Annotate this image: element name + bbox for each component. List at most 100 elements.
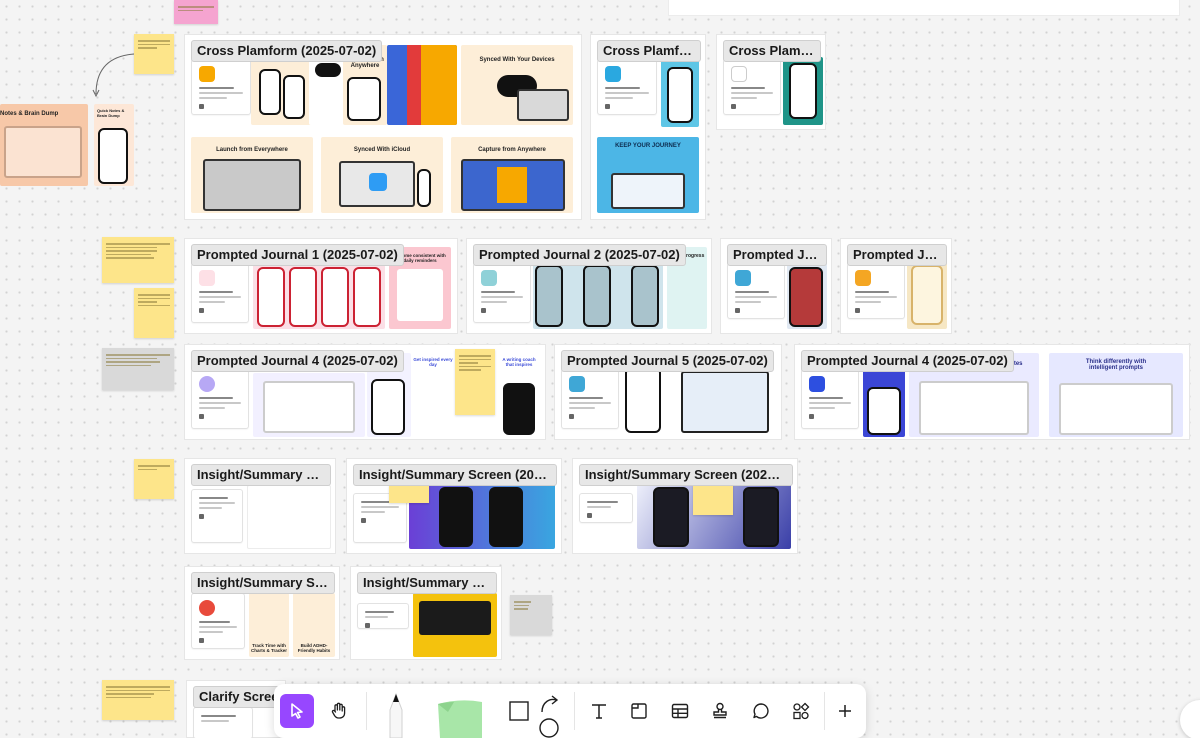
section-cross-platform-3[interactable]: Cross Plamfor... xyxy=(716,34,826,130)
link-card[interactable] xyxy=(191,263,249,323)
section-title[interactable]: Prompted Journal 5 (2025-07-02) xyxy=(561,350,774,372)
sticky-note[interactable] xyxy=(134,288,174,338)
tile-ipad-color[interactable] xyxy=(387,45,457,125)
section-insight-4[interactable]: Insight/Summary Scre... Track Time with … xyxy=(184,566,340,660)
section-title[interactable]: Prompted Journal 2 (2025-07-02) xyxy=(473,244,686,266)
tile-phones-red[interactable] xyxy=(787,261,827,329)
section-title[interactable]: Cross Plamform... xyxy=(597,40,701,62)
link-card[interactable] xyxy=(727,263,785,319)
tile-track-time[interactable]: Track Time with Charts & Tracker xyxy=(249,593,289,657)
link-card[interactable] xyxy=(191,369,249,429)
tile-synced-devices[interactable]: Synced With Your Devices xyxy=(461,45,573,125)
sticky-note[interactable] xyxy=(174,0,218,24)
sticky-note[interactable] xyxy=(510,595,552,635)
sticky-note[interactable] xyxy=(693,485,733,515)
stamp-tool-button[interactable] xyxy=(703,694,737,728)
section-title[interactable]: Insight/Summary Screen (2025-07-... xyxy=(579,464,793,486)
section-prompted-journal-3[interactable]: Prompted Jour... xyxy=(720,238,832,334)
section-clarify[interactable]: Clarify Screen xyxy=(186,680,293,738)
connector-tool-button[interactable] xyxy=(536,692,562,738)
text-tool-button[interactable] xyxy=(582,694,616,728)
comment-tool-button[interactable] xyxy=(744,694,778,728)
sticky-note[interactable] xyxy=(102,680,174,720)
link-card[interactable] xyxy=(191,489,243,543)
arrow-connector-icon xyxy=(539,695,559,738)
tile-phones-pink[interactable] xyxy=(253,261,385,329)
section-title[interactable]: Prompted Journal 4 (2025-07-02) xyxy=(801,350,1014,372)
tile-phones-grey[interactable] xyxy=(533,257,663,329)
tile-phone-beige[interactable] xyxy=(907,261,947,329)
tile-laptop-purple[interactable] xyxy=(253,373,365,437)
section-prompted-journal-4[interactable]: Prompted Journal 4 (2025-07-02) Get insp… xyxy=(184,344,546,440)
section-tool-button[interactable] xyxy=(622,694,656,728)
section-title[interactable]: Prompted Jour... xyxy=(727,244,827,266)
tile-synced-icloud[interactable]: Synced With iCloud xyxy=(321,137,443,213)
section-title[interactable]: Insight/Summary Scre... xyxy=(191,464,331,486)
table-tool-button[interactable] xyxy=(663,694,697,728)
tile-launch[interactable]: Launch from Everywhere xyxy=(191,137,313,213)
section-title[interactable]: Prompted Journal 4 (2025-07-02) xyxy=(191,350,404,372)
connector-arrow[interactable] xyxy=(90,50,140,110)
link-card[interactable] xyxy=(801,369,859,429)
sticky-note[interactable] xyxy=(102,348,174,390)
section-title[interactable]: Cross Plamfor... xyxy=(723,40,821,62)
section-prompted-journal-5[interactable]: Prompted Journal 5 (2025-07-02) xyxy=(554,344,782,440)
more-tools-button[interactable] xyxy=(784,694,818,728)
link-card[interactable] xyxy=(191,593,245,649)
phone-mockup[interactable] xyxy=(625,367,661,433)
link-card[interactable] xyxy=(473,263,531,323)
link-card[interactable] xyxy=(357,603,409,629)
tile-think-differently[interactable]: Think differently with intelligent promp… xyxy=(1049,353,1183,437)
tile-quick-notes[interactable]: Quick Notes & Brain Dump xyxy=(94,104,134,186)
tile-phone-green[interactable] xyxy=(783,57,823,125)
tile-insight-dark[interactable] xyxy=(409,483,555,549)
section-title[interactable]: Cross Plamform (2025-07-02) xyxy=(191,40,383,62)
sticky-note[interactable] xyxy=(455,349,495,415)
link-card[interactable] xyxy=(723,59,781,115)
sticky-note[interactable] xyxy=(389,485,429,503)
tile-notes-brain-dump[interactable]: Notes & Brain Dump xyxy=(0,104,88,186)
zoom-control[interactable] xyxy=(1180,700,1200,738)
tile-phone-indigo[interactable] xyxy=(863,367,905,437)
section-insight-1[interactable]: Insight/Summary Scre... xyxy=(184,458,336,554)
section-title[interactable]: Prompted Journal 1 (2025-07-02) xyxy=(191,244,404,266)
link-card[interactable] xyxy=(193,707,253,738)
tile-writing-coach[interactable]: A writing coach that inspires xyxy=(499,353,539,437)
section-title[interactable]: Prompted Jour... xyxy=(847,244,947,266)
link-card[interactable] xyxy=(191,59,251,115)
section-insight-2[interactable]: Insight/Summary Screen (2025-07... xyxy=(346,458,562,554)
shape-tool-button[interactable] xyxy=(502,694,536,728)
link-card[interactable] xyxy=(597,59,657,115)
sticky-note[interactable] xyxy=(102,237,174,283)
section-insight-5[interactable]: Insight/Summary Scre... xyxy=(350,566,502,660)
section-cross-platform-2[interactable]: Cross Plamform... KEEP YOUR JOURNEY xyxy=(590,34,706,220)
tile-get-inspired[interactable]: Get inspired every day xyxy=(413,353,453,437)
add-button[interactable] xyxy=(828,694,862,728)
sticky-note[interactable] xyxy=(134,34,174,74)
tile-phone-blue[interactable] xyxy=(661,59,699,127)
tile-keep-journey[interactable]: KEEP YOUR JOURNEY xyxy=(597,137,699,213)
section-prompted-journal-4b[interactable]: Prompted Journal 4 (2025-07-02) and ... … xyxy=(794,344,1190,440)
tablet-mockup[interactable] xyxy=(681,371,769,433)
tile-habit-grid[interactable] xyxy=(247,485,331,549)
link-card[interactable] xyxy=(579,493,633,523)
tile-yellow-insight[interactable] xyxy=(413,593,497,657)
pen-tool-button[interactable] xyxy=(382,690,410,738)
section-title[interactable]: Insight/Summary Scre... xyxy=(357,572,497,594)
section-title[interactable]: Insight/Summary Screen (2025-07... xyxy=(353,464,557,486)
tile-build-adhd[interactable]: Build ADHD-Friendly Habits xyxy=(293,593,335,657)
section-prompted-journal-3b[interactable]: Prompted Jour... xyxy=(840,238,952,334)
section-prompted-journal-2[interactable]: Prompted Journal 2 (2025-07-02) track pr… xyxy=(466,238,712,334)
sticky-tool-button[interactable] xyxy=(434,696,486,738)
link-card[interactable] xyxy=(847,263,905,319)
link-card[interactable] xyxy=(561,369,619,429)
section-title[interactable]: Insight/Summary Scre... xyxy=(191,572,335,594)
hand-tool-button[interactable] xyxy=(322,694,356,728)
whiteboard-canvas[interactable]: Notes & Brain Dump Quick Notes & Brain D… xyxy=(0,0,1200,738)
tile-capture[interactable]: Capture from Anywhere xyxy=(451,137,573,213)
section-cross-platform[interactable]: Cross Plamform (2025-07-02) Capture from… xyxy=(184,34,582,220)
section-prompted-journal-1[interactable]: Prompted Journal 1 (2025-07-02) Become c… xyxy=(184,238,458,334)
sticky-note[interactable] xyxy=(134,459,174,499)
section-insight-3[interactable]: Insight/Summary Screen (2025-07-... xyxy=(572,458,798,554)
select-tool-button[interactable] xyxy=(280,694,314,728)
